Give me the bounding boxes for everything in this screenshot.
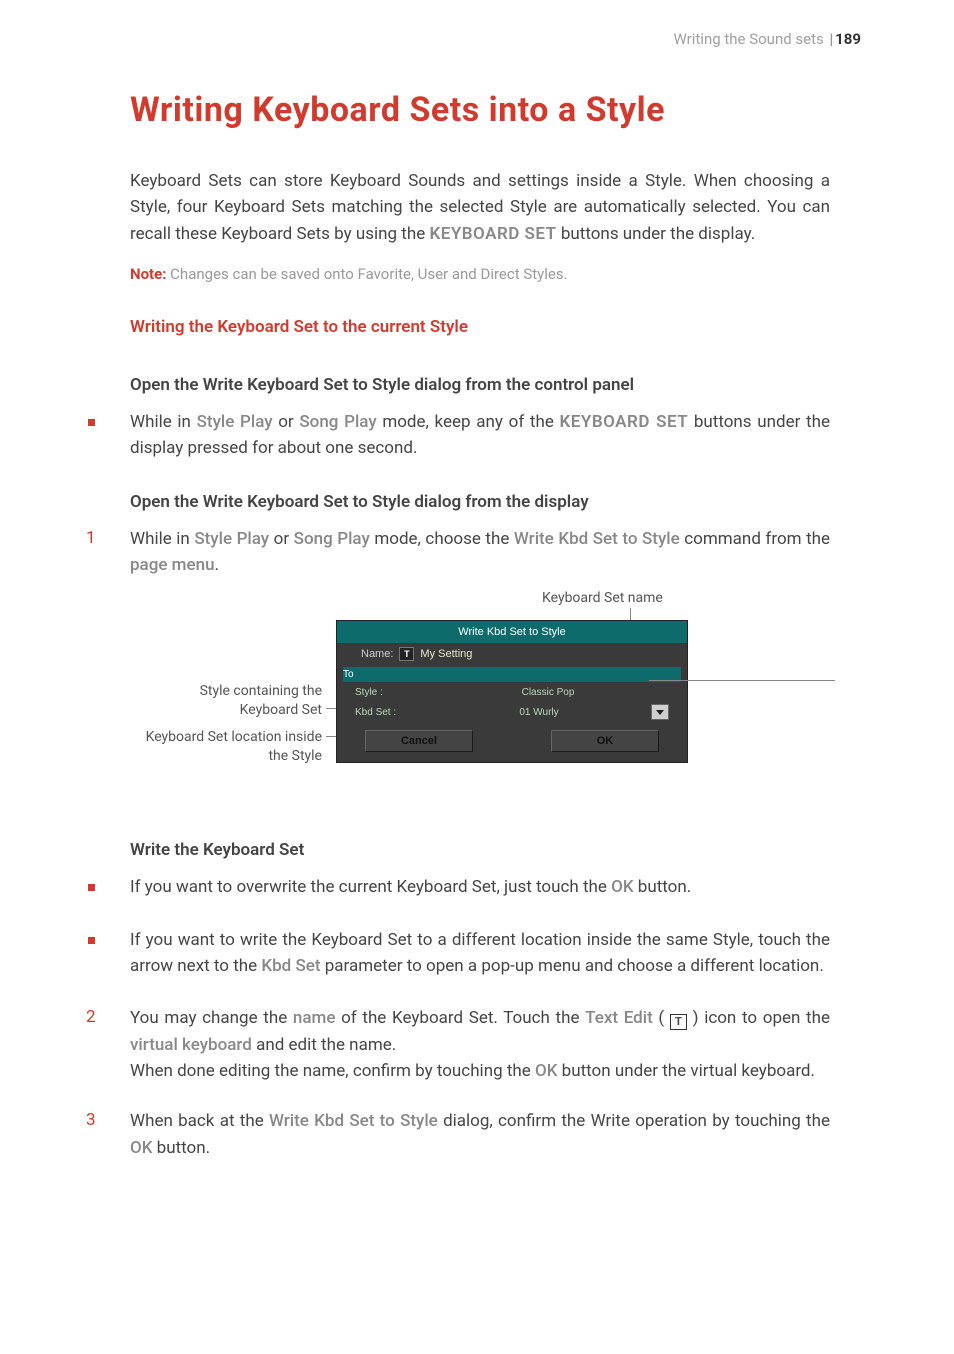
name-term: name bbox=[293, 1008, 336, 1028]
page-title: Writing Keyboard Sets into a Style bbox=[130, 90, 830, 130]
ok-term: OK bbox=[535, 1061, 557, 1081]
text: and edit the name. bbox=[252, 1035, 396, 1055]
step-1-body: While in Style Play or Song Play mode, c… bbox=[130, 526, 830, 579]
name-value: My Setting bbox=[420, 648, 472, 660]
note-line: Note: Changes can be saved onto Favorite… bbox=[130, 265, 830, 283]
text: mode, keep any of the bbox=[377, 412, 560, 432]
bullet-1-body: While in Style Play or Song Play mode, k… bbox=[130, 409, 830, 462]
text: When done editing the name, confirm by t… bbox=[130, 1061, 535, 1081]
bullet-3-body: If you want to write the Keyboard Set to… bbox=[130, 927, 830, 980]
page-number: 189 bbox=[835, 30, 861, 48]
song-play-term: Song Play bbox=[299, 412, 376, 432]
text: mode, choose the bbox=[370, 529, 514, 549]
callout-kbd-name: Keyboard Set name bbox=[542, 590, 663, 606]
kbd-set-term: Kbd Set bbox=[261, 956, 320, 976]
style-value: Classic Pop bbox=[427, 687, 669, 698]
kbd-set-row: Kbd Set : 01 Wurly bbox=[337, 701, 687, 723]
step-2-body: You may change the name of the Keyboard … bbox=[130, 1005, 830, 1058]
step-3-body: When back at the Write Kbd Set to Style … bbox=[130, 1108, 830, 1161]
write-kbd-dialog: Write Kbd Set to Style Name: T My Settin… bbox=[336, 620, 688, 763]
text: or bbox=[273, 412, 300, 432]
style-label: Style : bbox=[355, 687, 427, 698]
text: command from the bbox=[680, 529, 830, 549]
header-divider: | bbox=[830, 30, 834, 48]
square-bullet-icon bbox=[88, 419, 95, 426]
text-edit-icon[interactable]: T bbox=[399, 647, 414, 661]
kbd-set-value: 01 Wurly bbox=[427, 707, 651, 718]
square-bullet-icon bbox=[88, 937, 95, 944]
step-number: 2 bbox=[86, 1005, 130, 1058]
bullet-marker bbox=[86, 874, 130, 900]
step-number: 1 bbox=[86, 526, 130, 579]
ok-term: OK bbox=[130, 1138, 152, 1158]
song-play-term: Song Play bbox=[294, 529, 370, 549]
section-name: Writing the Sound sets bbox=[674, 30, 824, 48]
step-2-continuation: When done editing the name, confirm by t… bbox=[130, 1058, 830, 1084]
style-play-term: Style Play bbox=[197, 412, 273, 432]
kbd-set-label: Kbd Set : bbox=[355, 707, 427, 718]
text: button under the virtual keyboard. bbox=[557, 1061, 815, 1081]
dialog-button-row: Cancel OK bbox=[337, 723, 687, 762]
cancel-button[interactable]: Cancel bbox=[365, 730, 473, 752]
section-heading: Writing the Keyboard Set to the current … bbox=[130, 317, 830, 337]
keyboard-set-term: KEYBOARD SET bbox=[560, 412, 689, 432]
write-kbd-set-term: Write Kbd Set to Style bbox=[514, 529, 680, 549]
text: ) icon to open the bbox=[687, 1008, 830, 1028]
to-header: To bbox=[343, 667, 681, 682]
note-label: Note: bbox=[130, 265, 166, 283]
text: of the Keyboard Set. Touch the bbox=[335, 1008, 585, 1028]
text: . bbox=[215, 555, 219, 575]
text: parameter to open a pop-up menu and choo… bbox=[321, 956, 824, 976]
note-text: Changes can be saved onto Favorite, User… bbox=[166, 265, 567, 283]
step-number: 3 bbox=[86, 1108, 130, 1161]
dialog-diagram: Keyboard Set name Style containing the K… bbox=[130, 590, 830, 820]
page-menu-term: page menu bbox=[130, 555, 215, 575]
bullet-marker bbox=[86, 927, 130, 980]
page-header: Writing the Sound sets |189 bbox=[674, 30, 861, 48]
text: When back at the bbox=[130, 1111, 269, 1131]
callout-style-containing: Style containing the Keyboard Set bbox=[146, 682, 322, 720]
bullet-marker bbox=[86, 409, 130, 462]
text-edit-term: Text Edit bbox=[585, 1008, 653, 1028]
square-bullet-icon bbox=[88, 884, 95, 891]
callout-kbd-location: Keyboard Set location inside the Style bbox=[130, 728, 322, 766]
text: or bbox=[269, 529, 294, 549]
text-edit-icon: T bbox=[670, 1014, 687, 1030]
name-row: Name: T My Setting bbox=[337, 643, 687, 665]
subheading-write: Write the Keyboard Set bbox=[130, 840, 830, 860]
text: While in bbox=[130, 412, 197, 432]
virtual-keyboard-term: virtual keyboard bbox=[130, 1035, 252, 1055]
style-row: Style : Classic Pop bbox=[337, 684, 687, 701]
subheading-display: Open the Write Keyboard Set to Style dia… bbox=[130, 492, 830, 512]
ok-term: OK bbox=[611, 877, 633, 897]
text: button. bbox=[152, 1138, 210, 1158]
intro-paragraph: Keyboard Sets can store Keyboard Sounds … bbox=[130, 168, 830, 247]
keyboard-set-term: KEYBOARD SET bbox=[429, 224, 556, 244]
bullet-2-body: If you want to overwrite the current Key… bbox=[130, 874, 830, 900]
text: button. bbox=[634, 877, 692, 897]
text: While in bbox=[130, 529, 194, 549]
dialog-title: Write Kbd Set to Style bbox=[337, 621, 687, 643]
subheading-control-panel: Open the Write Keyboard Set to Style dia… bbox=[130, 375, 830, 395]
write-kbd-set-term: Write Kbd Set to Style bbox=[269, 1111, 438, 1131]
text: You may change the bbox=[130, 1008, 293, 1028]
ok-button[interactable]: OK bbox=[551, 730, 659, 752]
name-label: Name: bbox=[361, 648, 393, 660]
text: ( bbox=[653, 1008, 670, 1028]
style-play-term: Style Play bbox=[194, 529, 269, 549]
leader-line bbox=[649, 680, 835, 681]
dropdown-arrow-icon[interactable] bbox=[651, 704, 669, 720]
text: If you want to overwrite the current Key… bbox=[130, 877, 611, 897]
intro-text-b: buttons under the display. bbox=[557, 224, 756, 244]
text: dialog, confirm the Write operation by t… bbox=[438, 1111, 830, 1131]
